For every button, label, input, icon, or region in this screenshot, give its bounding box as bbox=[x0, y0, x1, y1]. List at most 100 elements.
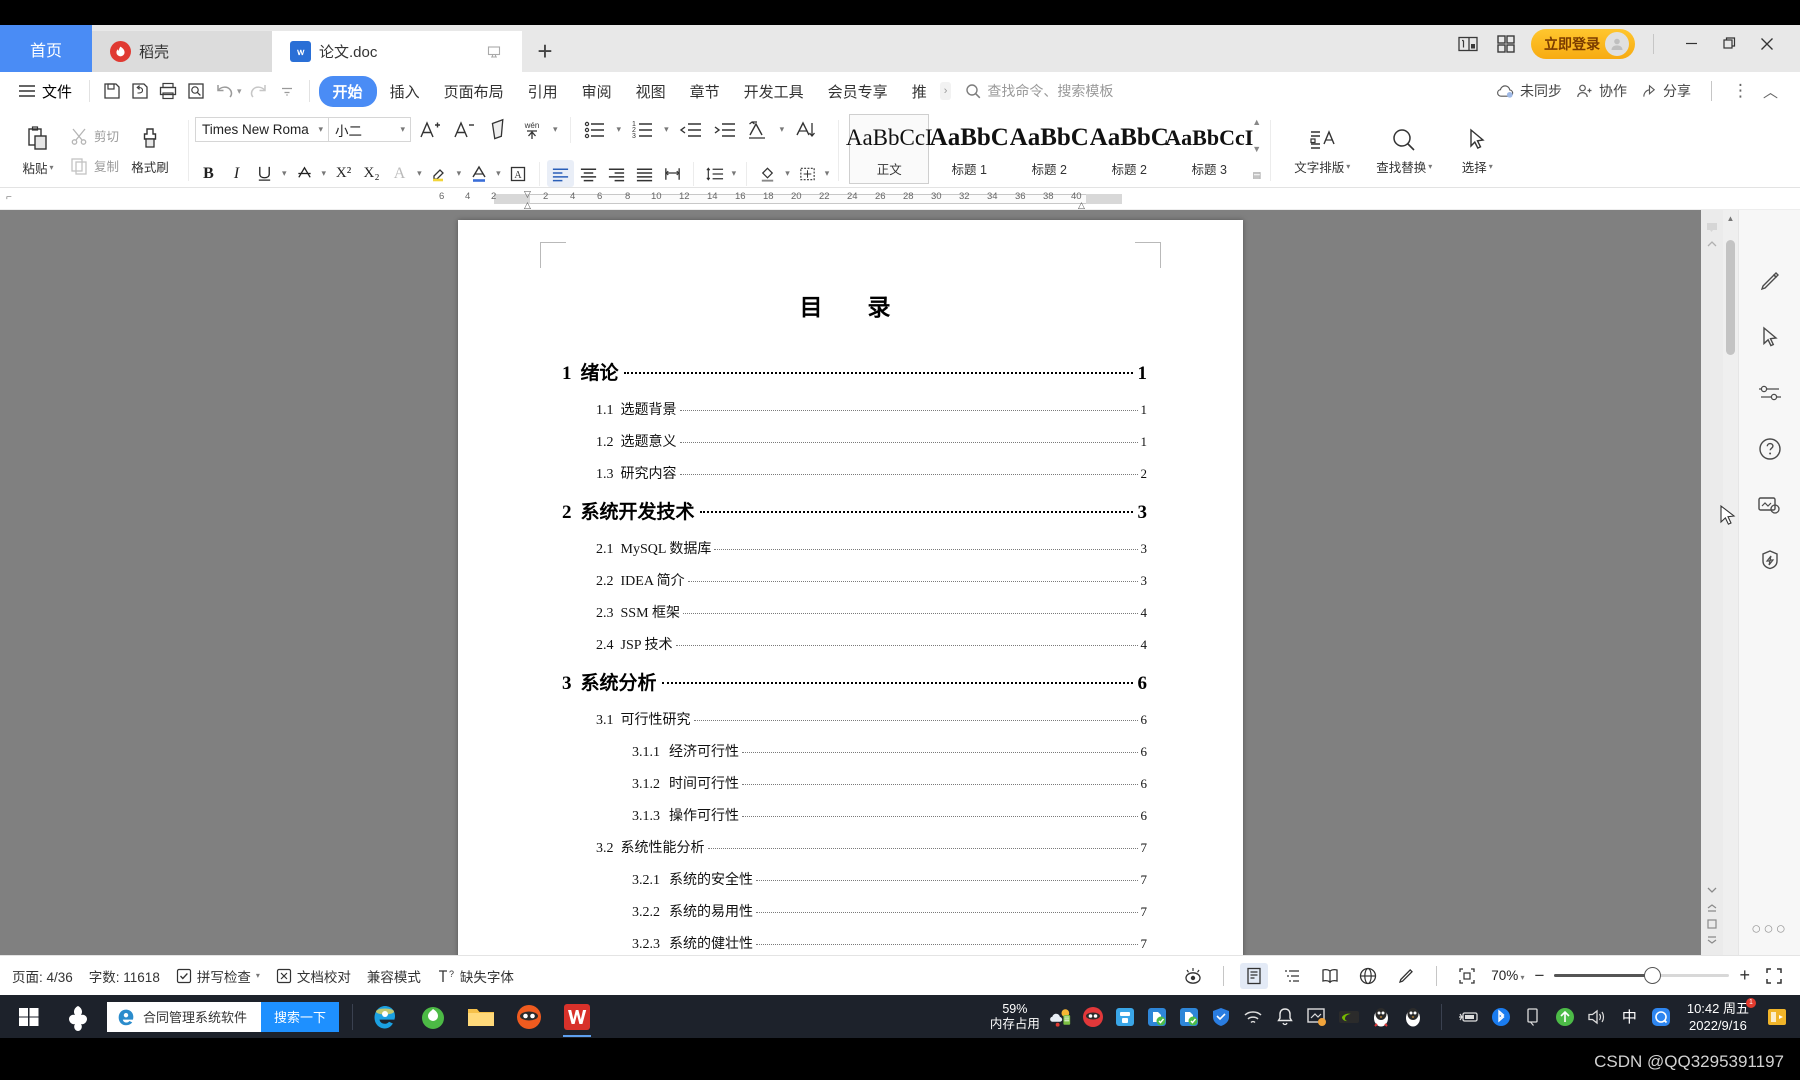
indent-marker-right[interactable]: △ bbox=[1078, 200, 1085, 209]
gallery-scroll-up-icon[interactable]: ▲ bbox=[1249, 118, 1264, 127]
settings-sliders-icon[interactable] bbox=[1755, 378, 1785, 408]
outline-view-icon[interactable] bbox=[1278, 963, 1306, 989]
collapse-ribbon-button[interactable]: ︿ bbox=[1763, 81, 1778, 102]
grow-font-button[interactable] bbox=[414, 115, 445, 145]
spellcheck-button[interactable]: 拼写检查 ▾ bbox=[176, 966, 260, 986]
toc-entry-level-2[interactable]: 2.2 IDEA 简介 3 bbox=[596, 570, 1147, 590]
menu-overflow-chevron-icon[interactable]: › bbox=[939, 82, 952, 100]
toc-entry-level-2[interactable]: 2.1 MySQL 数据库 3 bbox=[596, 538, 1147, 558]
toc-entry-level-3[interactable]: 3.2.1 系统的安全性 7 bbox=[632, 869, 1147, 889]
copy-button[interactable]: 复制 bbox=[69, 154, 119, 178]
zoom-in-button[interactable]: + bbox=[1739, 965, 1750, 986]
underline-button[interactable] bbox=[251, 160, 278, 187]
redo-icon[interactable] bbox=[246, 78, 272, 104]
new-tab-button[interactable]: + bbox=[522, 31, 568, 72]
taskbar-ninja-app[interactable] bbox=[505, 995, 553, 1038]
chevron-down-icon[interactable]: ▾ bbox=[782, 168, 793, 179]
shrink-font-button[interactable] bbox=[448, 115, 479, 145]
tab-recommend[interactable]: 推 bbox=[901, 76, 938, 107]
undo-caret[interactable]: ▾ bbox=[237, 86, 242, 97]
toc-entry-level-2[interactable]: 1.1 选题背景 1 bbox=[596, 399, 1147, 419]
numbering-button[interactable]: 123 bbox=[627, 115, 658, 145]
ai-badge-icon[interactable] bbox=[1755, 546, 1785, 576]
style-heading-2a[interactable]: AaBbC 标题 2 bbox=[1009, 114, 1089, 184]
clear-format-button[interactable] bbox=[482, 115, 513, 145]
style-heading-3[interactable]: AaBbCcI 标题 3 bbox=[1165, 114, 1253, 184]
chevron-down-icon[interactable]: ▾ bbox=[454, 168, 465, 179]
document-content[interactable]: 目 录 1 绪论 1 1.1 选题背景 1 1.2 选题意义 1 1.3 研究内容 2 2 系统开发技术 3… bbox=[458, 220, 1243, 953]
chevron-down-icon[interactable]: ▾ bbox=[550, 124, 561, 135]
chevron-down-icon[interactable]: ▾ bbox=[493, 168, 504, 179]
single-page-layout-icon[interactable] bbox=[1455, 31, 1481, 57]
toc-entry-level-2[interactable]: 1.3 研究内容 2 bbox=[596, 463, 1147, 483]
toc-entry-level-3[interactable]: 3.2.3 系统的健壮性 7 bbox=[632, 933, 1147, 953]
gallery-scroll-down-icon[interactable]: ▼ bbox=[1249, 144, 1264, 154]
tab-document[interactable]: 论文.doc bbox=[272, 31, 522, 72]
collaborate-button[interactable]: 协作 bbox=[1576, 81, 1627, 101]
strip-prev-page-icon[interactable] bbox=[1703, 881, 1721, 898]
align-justify-button[interactable] bbox=[631, 160, 658, 187]
word-count[interactable]: 字数: 11618 bbox=[89, 966, 160, 986]
menu-overflow-button[interactable]: ⋮ bbox=[1732, 81, 1749, 101]
document-scrollbar[interactable]: ▲ bbox=[1723, 210, 1738, 955]
select-button[interactable]: 选择 ▾ bbox=[1446, 116, 1508, 186]
save-as-icon[interactable] bbox=[127, 78, 153, 104]
text-effect-button[interactable]: A bbox=[386, 160, 413, 187]
tab-daoke[interactable]: 稻壳 bbox=[92, 31, 272, 72]
usb-icon[interactable] bbox=[1521, 1004, 1546, 1029]
help-icon[interactable] bbox=[1755, 434, 1785, 464]
tab-references[interactable]: 引用 bbox=[517, 76, 569, 107]
tab-page-layout[interactable]: 页面布局 bbox=[433, 76, 515, 107]
toc-entry-level-2[interactable]: 2.3 SSM 框架 4 bbox=[596, 602, 1147, 622]
memory-usage-indicator[interactable]: 59% 内存占用 bbox=[990, 1002, 1040, 1032]
toc-entry-level-1[interactable]: 1 绪论 1 bbox=[562, 358, 1147, 385]
char-border-button[interactable]: A bbox=[505, 160, 532, 187]
battery-icon[interactable] bbox=[1457, 1004, 1482, 1029]
italic-button[interactable]: I bbox=[223, 160, 250, 187]
bullets-button[interactable] bbox=[580, 115, 611, 145]
toc-entry-level-1[interactable]: 2 系统开发技术 3 bbox=[562, 497, 1147, 524]
taskbar-wps-office[interactable] bbox=[553, 995, 601, 1038]
qqpcmgr-icon[interactable] bbox=[1113, 1004, 1138, 1029]
weather-icon[interactable] bbox=[1049, 1004, 1074, 1029]
windows-start-icon[interactable] bbox=[4, 995, 54, 1038]
pinyin-guide-button[interactable]: wén bbox=[516, 115, 547, 145]
share-button[interactable]: 分享 bbox=[1641, 81, 1691, 101]
toc-entry-level-2[interactable]: 2.4 JSP 技术 4 bbox=[596, 634, 1147, 654]
align-left-button[interactable] bbox=[546, 160, 574, 187]
font-family-input[interactable]: Times New Roma ▾ bbox=[195, 117, 330, 142]
chevron-down-icon[interactable]: ▾ bbox=[315, 124, 326, 135]
cursor-select-icon[interactable] bbox=[1755, 322, 1785, 352]
decrease-indent-button[interactable] bbox=[675, 115, 706, 145]
toc-entry-level-3[interactable]: 3.2.2 系统的易用性 7 bbox=[632, 901, 1147, 921]
sidebar-more-button[interactable]: ○○○ bbox=[1751, 919, 1788, 939]
strip-page-down-icon[interactable] bbox=[1703, 932, 1721, 949]
file-menu-button[interactable]: 文件 bbox=[10, 76, 80, 107]
scrollbar-thumb[interactable] bbox=[1726, 240, 1735, 355]
tab-review[interactable]: 审阅 bbox=[571, 76, 623, 107]
document-canvas[interactable]: 目 录 1 绪论 1 1.1 选题背景 1 1.2 选题意义 1 1.3 研究内容 2 2 系统开发技术 3… bbox=[0, 210, 1701, 955]
toc-entry-level-2[interactable]: 1.2 选题意义 1 bbox=[596, 431, 1147, 451]
tab-insert[interactable]: 插入 bbox=[379, 76, 431, 107]
page-view-icon[interactable] bbox=[1240, 962, 1269, 989]
taskbar-search-button[interactable]: 搜索一下 bbox=[261, 1001, 340, 1032]
paste-button[interactable]: 粘贴 ▾ bbox=[11, 116, 65, 186]
qq-penguin2-icon[interactable] bbox=[1401, 1004, 1426, 1029]
web-view-icon[interactable] bbox=[1354, 963, 1382, 989]
print-preview-icon[interactable] bbox=[183, 78, 209, 104]
grid-apps-icon[interactable] bbox=[1493, 31, 1519, 57]
indent-marker-first-line[interactable]: ▽ bbox=[524, 189, 531, 200]
maximize-button[interactable] bbox=[1710, 28, 1748, 60]
toc-entry-level-1[interactable]: 3 系统分析 6 bbox=[562, 668, 1147, 695]
undo-icon[interactable] bbox=[211, 78, 237, 104]
strikethrough-button[interactable] bbox=[291, 160, 318, 187]
bold-button[interactable]: B bbox=[195, 160, 222, 187]
distribute-button[interactable] bbox=[659, 160, 686, 187]
tab-member-exclusive[interactable]: 会员专享 bbox=[817, 76, 899, 107]
volume-icon[interactable] bbox=[1585, 1004, 1610, 1029]
qq-penguin-icon[interactable] bbox=[1369, 1004, 1394, 1029]
style-heading-1[interactable]: AaBbC 标题 1 bbox=[929, 114, 1009, 184]
chevron-down-icon[interactable]: ▾ bbox=[661, 124, 672, 135]
font-color-button[interactable] bbox=[465, 160, 492, 187]
chevron-down-icon[interactable]: ▾ bbox=[822, 168, 833, 179]
